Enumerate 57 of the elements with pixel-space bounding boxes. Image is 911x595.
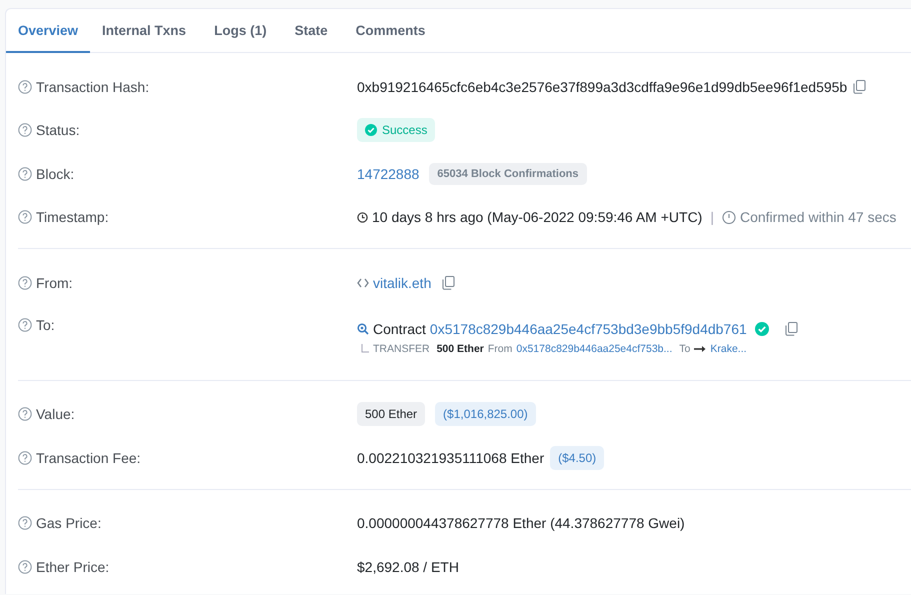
usd-badge: ($1,016,825.00) (435, 402, 536, 426)
field-label: To: (36, 316, 55, 332)
address-link[interactable]: vitalik.eth (373, 274, 432, 291)
field-label: Transaction Fee: (36, 450, 141, 466)
search-icon (357, 322, 369, 334)
from-label: From (488, 342, 512, 354)
field-label: Transaction Hash: (36, 78, 150, 95)
usd-badge: ($4.50) (550, 446, 604, 470)
tab[interactable]: State (282, 9, 340, 53)
tab[interactable]: Overview (6, 9, 90, 53)
block-link[interactable]: 14722888 (357, 166, 420, 182)
timer-icon (722, 210, 736, 224)
transfer-type: TRANSFER (373, 342, 430, 354)
help-icon[interactable] (18, 407, 32, 422)
code-icon (357, 276, 369, 289)
separator: | (710, 209, 714, 226)
copy-icon[interactable] (853, 80, 866, 94)
amount-badge: 500 Ether (357, 402, 426, 426)
fee-amount: 0.002210321935111068 Ether (357, 450, 544, 466)
copy-icon[interactable] (784, 322, 798, 336)
tab[interactable]: Internal Txns (90, 9, 198, 53)
transfer-amount: 500 Ether (436, 342, 484, 354)
branch-icon (361, 344, 369, 353)
field-label: Timestamp: (36, 209, 109, 226)
confirmation-time: Confirmed within 47 secs (740, 209, 896, 226)
help-icon[interactable] (18, 123, 32, 138)
help-icon[interactable] (18, 560, 32, 574)
timestamp: 10 days 8 hrs ago (May-06-2022 09:59:46 AM +UTC) (372, 209, 702, 226)
help-icon[interactable] (18, 450, 32, 465)
help-icon[interactable] (18, 210, 32, 224)
field-value: $2,692.08 / ETH (357, 558, 460, 575)
transaction-hash: 0xb919216465cfc6eb4c3e2576e37f899a3d3cdffa9e96e1d99db5ee96f1ed595b (357, 78, 848, 95)
from-link[interactable]: 0x5178c829b446aa25e4cf753b... (516, 342, 672, 354)
clock-icon (357, 212, 368, 223)
field-label: From: (36, 274, 73, 291)
field-label: Block: (36, 166, 74, 182)
contract-label: Contract (373, 320, 426, 336)
field-label: Status: (36, 122, 80, 138)
contract-link[interactable]: 0x5178c829b446aa25e4cf753bd3e9bb5f9d4db761 (430, 320, 747, 336)
help-icon[interactable] (18, 318, 32, 332)
help-icon[interactable] (18, 276, 32, 290)
confirmations-badge: 65034 Block Confirmations (429, 162, 587, 185)
field-label: Value: (36, 406, 75, 422)
field-label: Ether Price: (36, 558, 110, 575)
check-circle-icon (365, 124, 377, 136)
help-icon[interactable] (18, 516, 32, 530)
status-badge: Success (357, 118, 436, 142)
tab[interactable]: Logs (1) (202, 9, 279, 53)
arrow-icon (694, 344, 706, 352)
field-value: 0.000000044378627778 Ether (44.378627778 Gwei) (357, 515, 686, 532)
tab[interactable]: Comments (344, 9, 438, 53)
copy-icon[interactable] (442, 276, 456, 290)
to-label: To (679, 342, 690, 354)
help-icon[interactable] (18, 80, 32, 94)
field-label: Gas Price: (36, 515, 102, 532)
to-link[interactable]: Krake... (710, 342, 747, 354)
help-icon[interactable] (18, 166, 32, 181)
